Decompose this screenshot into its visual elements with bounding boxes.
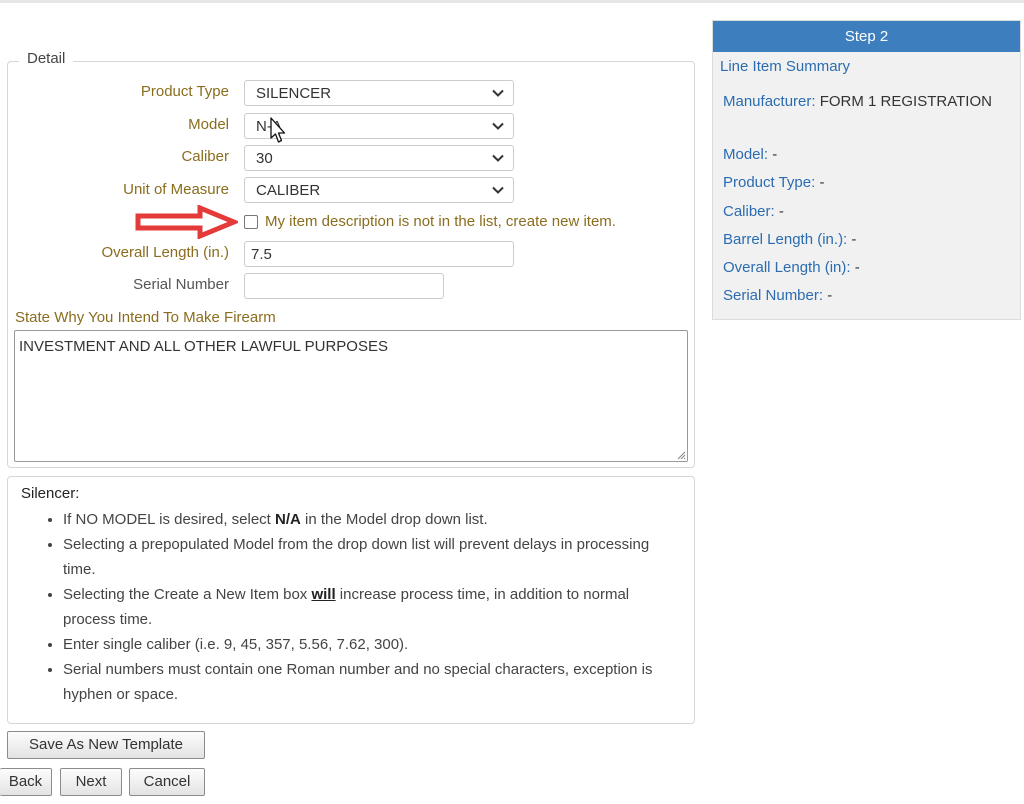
detail-legend: Detail [19,50,74,67]
why-textarea[interactable]: INVESTMENT AND ALL OTHER LAWFUL PURPOSES [14,330,688,462]
overall-length-input[interactable]: 7.5 [244,241,514,267]
red-arrow-annotation-icon [135,205,238,239]
summary-barrel-length: Barrel Length (in.): - [723,231,857,248]
product-type-select[interactable]: SILENCER [244,80,514,106]
top-border [0,0,1024,3]
mouse-pointer-icon [270,117,286,143]
summary-product-type: Product Type: - [723,174,825,191]
chevron-down-icon [492,122,504,130]
cancel-button[interactable]: Cancel [129,768,205,796]
chevron-down-icon [492,89,504,97]
list-item: Enter single caliber (i.e. 9, 45, 357, 5… [63,632,668,657]
serial-number-label: Serial Number [133,276,229,293]
why-text: INVESTMENT AND ALL OTHER LAWFUL PURPOSES [19,338,388,355]
notes-title: Silencer: [21,485,80,502]
overall-length-label: Overall Length (in.) [101,244,229,261]
list-item: Selecting a prepopulated Model from the … [63,532,668,582]
product-type-value: SILENCER [256,85,332,102]
unit-of-measure-value: CALIBER [256,182,321,199]
line-item-summary-title: Line Item Summary [720,58,851,75]
silencer-notes-panel: Silencer: If NO MODEL is desired, select… [7,476,695,724]
chevron-down-icon [492,186,504,194]
list-item: If NO MODEL is desired, select N/A in th… [63,507,668,532]
model-label: Model [188,116,229,133]
caliber-value: 30 [256,150,273,167]
summary-overall-length: Overall Length (in): - [723,259,860,276]
create-new-item-label: My item description is not in the list, … [265,213,616,230]
chevron-down-icon [492,154,504,162]
back-button[interactable]: Back [0,768,52,796]
serial-number-input[interactable] [244,273,444,299]
list-item: Selecting the Create a New Item box will… [63,582,668,632]
step-header: Step 2 [713,21,1020,52]
resize-grip-icon[interactable] [676,450,686,460]
create-new-item-row[interactable]: My item description is not in the list, … [244,213,616,230]
save-as-new-template-button[interactable]: Save As New Template [7,731,205,759]
next-button[interactable]: Next [60,768,122,796]
unit-of-measure-select[interactable]: CALIBER [244,177,514,203]
list-item: Serial numbers must contain one Roman nu… [63,657,668,707]
product-type-label: Product Type [140,83,229,100]
caliber-select[interactable]: 30 [244,145,514,171]
summary-manufacturer: Manufacturer: FORM 1 REGISTRATION [723,93,992,110]
summary-serial-number: Serial Number: - [723,287,833,304]
why-label: State Why You Intend To Make Firearm [15,309,276,326]
summary-caliber: Caliber: - [723,203,784,220]
unit-of-measure-label: Unit of Measure [123,181,229,198]
notes-list: If NO MODEL is desired, select N/A in th… [33,507,668,707]
create-new-item-checkbox[interactable] [244,214,258,229]
caliber-label: Caliber [181,148,229,165]
step-summary-panel: Step 2 Line Item Summary Manufacturer: F… [712,20,1021,320]
summary-model: Model: - [723,146,778,163]
